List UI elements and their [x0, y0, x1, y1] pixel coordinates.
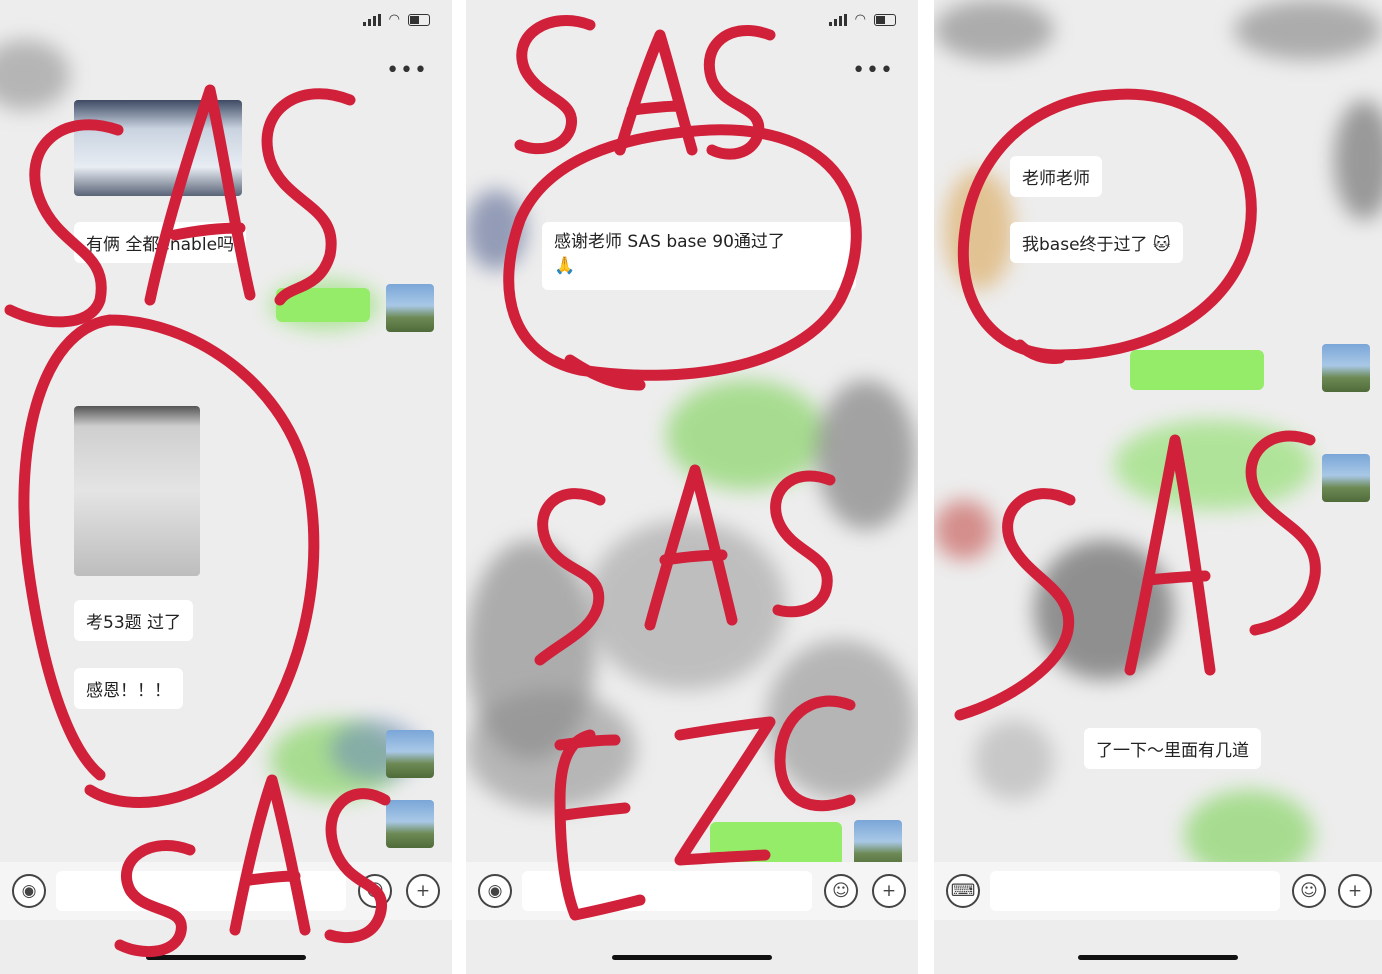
status-bar: ◠ — [362, 12, 430, 27]
screenshot-thumbnail[interactable] — [74, 100, 242, 196]
wifi-icon: ◠ — [854, 12, 866, 27]
redaction-scribble — [666, 380, 826, 490]
chat-screen-1: ◠ ••• 有俩 全都enable吗 考53题 过了 感恩！！！ ◉ ☺ + — [0, 0, 452, 974]
status-bar: ◠ — [828, 12, 896, 27]
signal-icon — [362, 14, 381, 26]
redaction-scribble — [466, 190, 526, 270]
battery-icon — [408, 14, 430, 26]
redaction-scribble — [466, 690, 636, 810]
avatar[interactable] — [854, 820, 902, 868]
redaction-scribble — [944, 170, 1014, 290]
home-indicator — [612, 955, 772, 960]
chat-screen-2: ◠ ••• 感谢老师 SAS base 90通过了 🙏 ◉ ☺ + — [466, 0, 918, 974]
avatar[interactable] — [386, 284, 434, 332]
redaction-scribble — [816, 380, 916, 530]
input-toolbar: ◉ ☺ + — [0, 862, 452, 920]
sticker-image — [1034, 540, 1174, 680]
emoji-icon[interactable]: ☺ — [1292, 874, 1326, 908]
avatar[interactable] — [386, 730, 434, 778]
battery-icon — [874, 14, 896, 26]
message-input[interactable] — [990, 871, 1280, 911]
input-toolbar: ◉ ☺ + — [466, 862, 918, 920]
voice-icon[interactable]: ◉ — [12, 874, 46, 908]
message-text: 感谢老师 SAS base 90通过了 — [554, 232, 785, 252]
message-bubble-self — [1130, 350, 1264, 390]
document-photo-thumbnail[interactable] — [74, 406, 200, 576]
wifi-icon: ◠ — [388, 12, 400, 27]
message-bubble-self — [276, 288, 370, 322]
more-options-icon[interactable]: ••• — [386, 58, 428, 83]
avatar[interactable] — [386, 800, 434, 848]
message-bubble: 老师老师 — [1010, 156, 1102, 197]
message-input[interactable] — [56, 871, 346, 911]
plus-icon[interactable]: + — [872, 874, 906, 908]
message-input[interactable] — [522, 871, 812, 911]
redaction-scribble — [934, 500, 994, 560]
chat-screen-3: 老师老师 我base终于过了 🐱 了一下～里面有几道 ⌨ ☺ + — [934, 0, 1382, 974]
redaction-scribble — [0, 40, 70, 110]
redaction-scribble — [974, 720, 1054, 800]
message-bubble-self — [710, 822, 842, 866]
keyboard-icon[interactable]: ⌨ — [946, 874, 980, 908]
redaction-scribble — [1334, 100, 1382, 220]
message-bubble: 感恩！！！ — [74, 668, 183, 709]
avatar[interactable] — [1322, 454, 1370, 502]
emoji-icon[interactable]: ☺ — [358, 874, 392, 908]
emoji-icon[interactable]: ☺ — [824, 874, 858, 908]
message-bubble: 感谢老师 SAS base 90通过了 🙏 — [542, 222, 856, 290]
redaction-scribble — [934, 0, 1054, 60]
signal-icon — [828, 14, 847, 26]
voice-icon[interactable]: ◉ — [478, 874, 512, 908]
message-bubble: 有俩 全都enable吗 — [74, 222, 247, 263]
plus-icon[interactable]: + — [406, 874, 440, 908]
redaction-scribble — [1114, 420, 1314, 510]
home-indicator — [1078, 955, 1238, 960]
redaction-scribble — [766, 640, 916, 800]
message-bubble: 我base终于过了 🐱 — [1010, 222, 1183, 263]
plus-icon[interactable]: + — [1338, 874, 1372, 908]
avatar[interactable] — [1322, 344, 1370, 392]
message-bubble: 了一下～里面有几道 — [1084, 728, 1261, 769]
redaction-scribble — [1234, 0, 1382, 60]
home-indicator — [146, 955, 306, 960]
message-emoji: 🙏 — [554, 256, 576, 276]
redaction-scribble — [586, 520, 786, 690]
message-bubble: 考53题 过了 — [74, 600, 194, 641]
more-options-icon[interactable]: ••• — [852, 58, 894, 83]
input-toolbar: ⌨ ☺ + — [934, 862, 1382, 920]
